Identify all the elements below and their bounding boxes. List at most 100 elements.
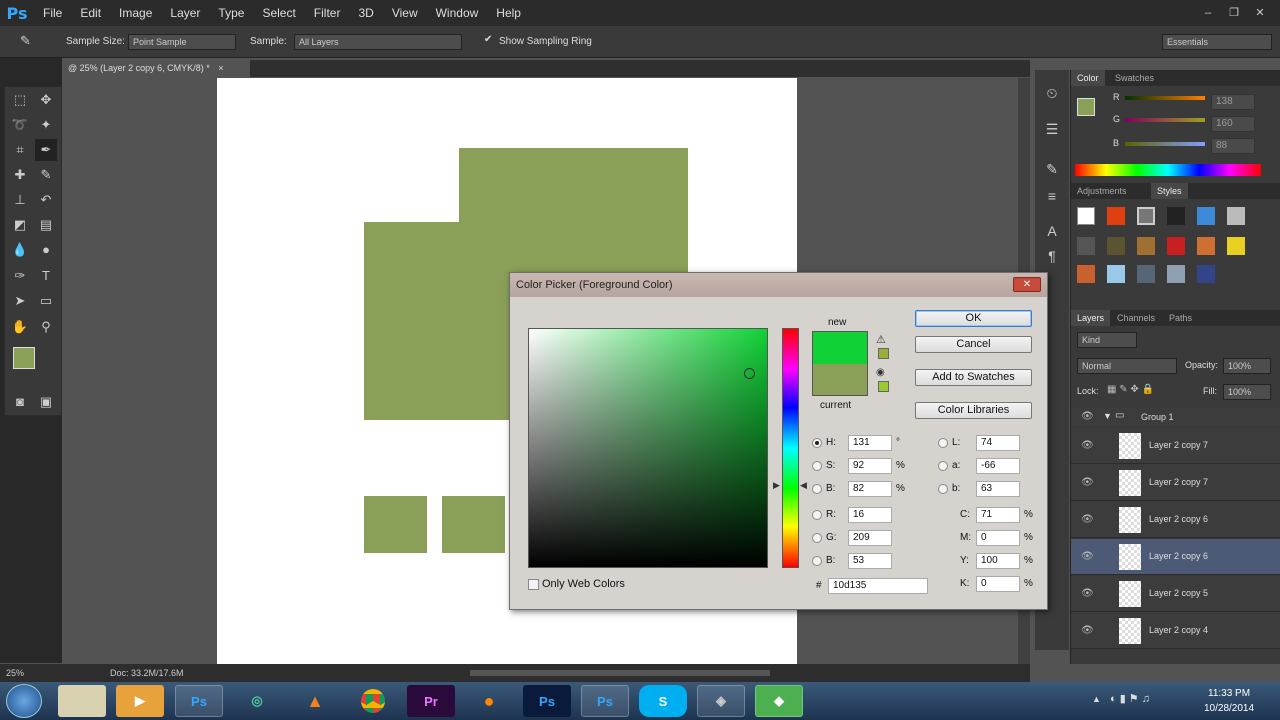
- style-swatch[interactable]: [1137, 265, 1155, 283]
- layer-row[interactable]: 👁 Layer 2 copy 7: [1071, 465, 1280, 501]
- photoshop-taskbar-icon-3[interactable]: Ps: [581, 685, 629, 717]
- layer-row[interactable]: 👁 Layer 2 copy 4: [1071, 613, 1280, 649]
- layer-kind-filter[interactable]: Kind: [1077, 332, 1137, 348]
- quick-mask-icon[interactable]: ◙: [9, 391, 31, 413]
- hex-input[interactable]: 10d135: [828, 578, 928, 594]
- red-radio[interactable]: [812, 510, 822, 520]
- chrome-icon[interactable]: [349, 685, 397, 717]
- eye-icon[interactable]: 👁: [1081, 477, 1094, 488]
- tab-color[interactable]: Color: [1071, 70, 1105, 86]
- style-swatch[interactable]: [1077, 237, 1095, 255]
- healing-brush-tool-icon[interactable]: ✚: [9, 164, 31, 186]
- document-tab[interactable]: @ 25% (Layer 2 copy 6, CMYK/8) * ×: [62, 60, 250, 77]
- c-input[interactable]: 71: [976, 507, 1020, 523]
- style-swatch[interactable]: [1197, 207, 1215, 225]
- dodge-tool-icon[interactable]: ●: [35, 239, 57, 261]
- tab-paths[interactable]: Paths: [1163, 310, 1198, 326]
- blue-input[interactable]: 53: [848, 553, 892, 569]
- color-slider-b[interactable]: [1125, 142, 1205, 146]
- lab-a-radio[interactable]: [938, 461, 948, 471]
- web-safe-icon[interactable]: ◉: [876, 367, 885, 378]
- style-swatch[interactable]: [1167, 265, 1185, 283]
- brush-presets-panel-icon[interactable]: ≡: [1041, 185, 1063, 207]
- restore-button[interactable]: ❐: [1224, 6, 1244, 20]
- history-panel-icon[interactable]: ⏲: [1041, 82, 1063, 104]
- layer-row[interactable]: 👁 Layer 2 copy 5: [1071, 576, 1280, 612]
- style-swatch[interactable]: [1227, 237, 1245, 255]
- eye-icon[interactable]: 👁: [1081, 588, 1094, 599]
- tab-swatches[interactable]: Swatches: [1109, 70, 1160, 86]
- horizontal-scrollbar[interactable]: [470, 670, 770, 676]
- eyedropper-icon[interactable]: ✎: [20, 33, 31, 49]
- layer-row[interactable]: 👁 Layer 2 copy 6: [1071, 502, 1280, 538]
- h-input[interactable]: 131: [848, 435, 892, 451]
- taskbar-date[interactable]: 10/28/2014: [1204, 703, 1254, 714]
- skype-icon[interactable]: S: [639, 685, 687, 717]
- hue-radio[interactable]: [812, 438, 822, 448]
- premiere-taskbar-icon[interactable]: Pr: [407, 685, 455, 717]
- slider-r-value[interactable]: 138: [1211, 94, 1255, 110]
- eraser-tool-icon[interactable]: ◩: [9, 214, 31, 236]
- tray-arrow-icon[interactable]: ▲: [1092, 694, 1101, 704]
- eye-icon[interactable]: 👁: [1081, 514, 1094, 525]
- firefox-icon[interactable]: ●: [465, 685, 513, 717]
- photoshop-taskbar-icon-2[interactable]: Ps: [523, 685, 571, 717]
- panel-fg-swatch[interactable]: [1077, 98, 1095, 116]
- r-input[interactable]: 16: [848, 507, 892, 523]
- current-color-swatch[interactable]: [812, 364, 868, 396]
- foreground-color-swatch[interactable]: [13, 347, 35, 369]
- clone-stamp-tool-icon[interactable]: ⊥: [9, 189, 31, 211]
- menu-image[interactable]: Image: [110, 0, 161, 26]
- blend-mode-select[interactable]: Normal: [1077, 358, 1177, 374]
- green-radio[interactable]: [812, 533, 822, 543]
- menu-window[interactable]: Window: [427, 0, 488, 26]
- blue-radio[interactable]: [812, 556, 822, 566]
- minimize-button[interactable]: –: [1198, 6, 1218, 20]
- style-swatch[interactable]: [1167, 207, 1185, 225]
- app-icon[interactable]: ◈: [697, 685, 745, 717]
- tab-adjustments[interactable]: Adjustments: [1071, 183, 1133, 199]
- lab-b-input[interactable]: 63: [976, 481, 1020, 497]
- style-swatch[interactable]: [1197, 237, 1215, 255]
- style-swatch[interactable]: [1167, 237, 1185, 255]
- saturation-radio[interactable]: [812, 461, 822, 471]
- menu-3d[interactable]: 3D: [349, 0, 382, 26]
- style-swatch[interactable]: [1137, 237, 1155, 255]
- close-window-button[interactable]: ✕: [1250, 6, 1270, 20]
- magic-wand-tool-icon[interactable]: ✦: [35, 114, 57, 136]
- color-libraries-button[interactable]: Color Libraries: [915, 402, 1032, 419]
- gamut-color-chip[interactable]: [878, 348, 889, 359]
- close-icon[interactable]: ✕: [1013, 277, 1041, 292]
- properties-panel-icon[interactable]: ☰: [1041, 118, 1063, 140]
- menu-help[interactable]: Help: [487, 0, 530, 26]
- menu-filter[interactable]: Filter: [305, 0, 350, 26]
- brightness-radio[interactable]: [812, 484, 822, 494]
- tray-icons[interactable]: ◐ ▮ ⚑ ♫: [1110, 692, 1150, 705]
- lab-b-radio[interactable]: [938, 484, 948, 494]
- eye-icon[interactable]: 👁: [1081, 625, 1094, 636]
- lasso-tool-icon[interactable]: ➰: [9, 114, 31, 136]
- hand-tool-icon[interactable]: ✋: [9, 316, 31, 338]
- style-swatch[interactable]: [1107, 207, 1125, 225]
- layer-row-selected[interactable]: 👁 Layer 2 copy 6: [1071, 539, 1280, 575]
- sample-size-select[interactable]: Point Sample: [128, 34, 236, 50]
- zoom-tool-icon[interactable]: ⚲: [35, 316, 57, 338]
- tab-styles[interactable]: Styles: [1151, 183, 1188, 199]
- gradient-tool-icon[interactable]: ▤: [35, 214, 57, 236]
- style-swatch[interactable]: [1137, 207, 1155, 225]
- color-spectrum-bar[interactable]: [1075, 164, 1261, 176]
- sample-select[interactable]: All Layers: [294, 34, 462, 50]
- pen-tool-icon[interactable]: ✑: [9, 265, 31, 287]
- brush-panel-icon[interactable]: ✎: [1041, 158, 1063, 180]
- type-tool-icon[interactable]: T: [35, 265, 57, 287]
- l-input[interactable]: 74: [976, 435, 1020, 451]
- show-ring-checkbox[interactable]: ✔: [484, 34, 492, 45]
- menu-edit[interactable]: Edit: [71, 0, 110, 26]
- eye-icon[interactable]: 👁: [1081, 440, 1094, 451]
- tab-layers[interactable]: Layers: [1071, 310, 1111, 326]
- menu-select[interactable]: Select: [253, 0, 304, 26]
- vlc-icon[interactable]: ▲: [291, 685, 339, 717]
- style-swatch[interactable]: [1197, 265, 1215, 283]
- a-input[interactable]: -66: [976, 458, 1020, 474]
- history-brush-tool-icon[interactable]: ↶: [35, 189, 57, 211]
